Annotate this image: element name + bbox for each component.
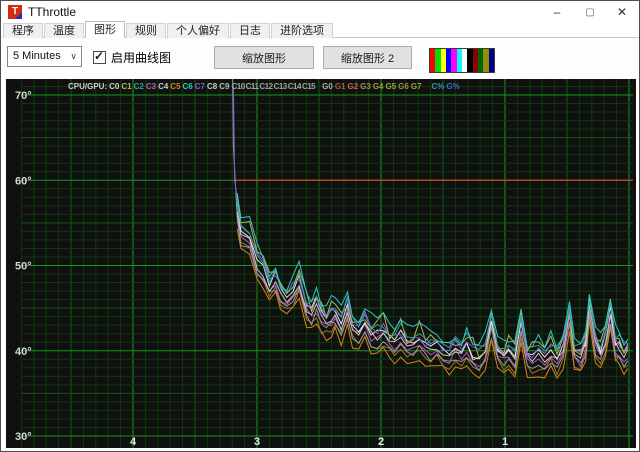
interval-select[interactable]: 5 Minutes ∨ <box>7 46 82 67</box>
legend-item-C0: C0 <box>109 82 119 91</box>
zoom-graph-2-button[interactable]: 缩放图形 2 <box>323 46 412 69</box>
x-tick-1: 1 <box>502 436 508 448</box>
legend-item-C13: C13 <box>274 82 287 91</box>
legend-item-C4: C4 <box>158 82 168 91</box>
check-icon: ✓ <box>94 49 104 63</box>
legend-item-C%: C% <box>432 82 445 91</box>
window-title: TThrottle <box>28 1 76 23</box>
x-tick-4: 4 <box>130 436 137 448</box>
tab-日志[interactable]: 日志 <box>230 23 270 38</box>
legend-item-C2: C2 <box>134 82 144 91</box>
maximize-button[interactable]: ▢ <box>574 1 606 23</box>
tab-图形[interactable]: 图形 <box>85 21 125 38</box>
curve-checkbox-row[interactable]: ✓ 启用曲线图 <box>93 49 171 66</box>
tab-进阶选项[interactable]: 进阶选项 <box>271 23 333 38</box>
y-tick-70: 70° <box>15 90 32 102</box>
legend-item-G7: G7 <box>411 82 422 91</box>
legend-item-C7: C7 <box>195 82 205 91</box>
tab-温度[interactable]: 温度 <box>44 23 84 38</box>
legend-item-C5: C5 <box>170 82 180 91</box>
legend-item-C3: C3 <box>146 82 156 91</box>
x-tick-3: 3 <box>254 436 260 448</box>
x-tick-2: 2 <box>378 436 384 448</box>
legend-item-G5: G5 <box>386 82 397 91</box>
legend-item-C6: C6 <box>183 82 193 91</box>
legend-item-C15: C15 <box>302 82 315 91</box>
close-button[interactable]: ✕ <box>606 1 638 23</box>
legend-item-G%: G% <box>446 82 459 91</box>
legend-item-G6: G6 <box>398 82 409 91</box>
legend-item-C1: C1 <box>121 82 131 91</box>
legend-item-C11: C11 <box>246 82 259 91</box>
app-window: T TThrottle – ▢ ✕ 程序温度图形规则个人偏好日志进阶选项 5 M… <box>0 0 640 452</box>
tab-规则[interactable]: 规则 <box>126 23 166 38</box>
chevron-down-icon: ∨ <box>70 47 77 66</box>
tab-程序[interactable]: 程序 <box>3 23 43 38</box>
y-tick-30: 30° <box>15 431 32 443</box>
curve-G0 <box>232 79 628 371</box>
legend-item-C9: C9 <box>219 82 229 91</box>
palette-swatch-11 <box>489 49 494 72</box>
graph-area: 70° 60° 50° 40° 30° 4 3 2 1 CPU/GPU:C0C1C2C3C4C5… <box>6 79 636 448</box>
legend-item-G2: G2 <box>347 82 358 91</box>
tab-bar: 程序温度图形规则个人偏好日志进阶选项 <box>3 22 334 38</box>
title-bar: T TThrottle – ▢ ✕ <box>1 1 639 23</box>
color-palette <box>429 48 495 73</box>
legend-item-C10: C10 <box>231 82 244 91</box>
app-icon: T <box>8 5 22 19</box>
legend-prefix: CPU/GPU: <box>68 82 107 91</box>
tab-个人偏好[interactable]: 个人偏好 <box>167 23 229 38</box>
legend-item-C14: C14 <box>288 82 301 91</box>
zoom-graph-button[interactable]: 缩放图形 <box>214 46 314 69</box>
y-tick-50: 50° <box>15 261 32 273</box>
legend-item-C8: C8 <box>207 82 217 91</box>
legend-item-C12: C12 <box>259 82 272 91</box>
curve-G3 <box>237 220 628 375</box>
legend-item-G3: G3 <box>360 82 371 91</box>
temperature-chart: 70° 60° 50° 40° 30° 4 3 2 1 <box>6 79 636 448</box>
legend-item-G4: G4 <box>373 82 384 91</box>
y-tick-40: 40° <box>15 346 32 358</box>
interval-value: 5 Minutes <box>13 50 61 62</box>
y-tick-60: 60° <box>15 175 32 187</box>
curve-checkbox[interactable]: ✓ <box>93 51 106 64</box>
curve-checkbox-label: 启用曲线图 <box>111 49 171 66</box>
legend-item-G0: G0 <box>322 82 333 91</box>
chart-legend: CPU/GPU:C0C1C2C3C4C5C6C7C8C9C10C11C12C13… <box>68 82 462 91</box>
legend-item-G1: G1 <box>335 82 346 91</box>
minimize-button[interactable]: – <box>541 1 573 23</box>
